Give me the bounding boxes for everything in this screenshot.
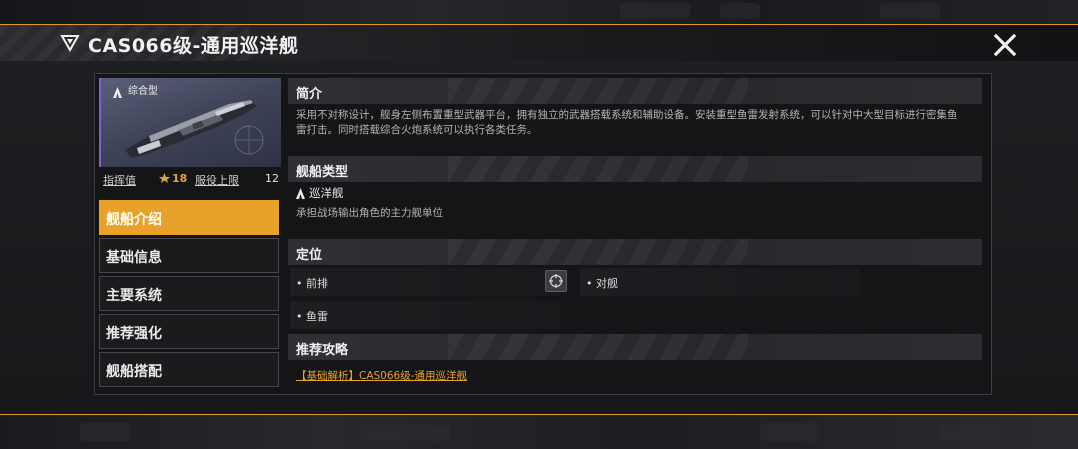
tab-basic-info[interactable]: 基础信息 — [99, 238, 279, 273]
command-value: 18 — [172, 172, 188, 185]
modal-body: 综合型 指挥值 18 服役上限 12 舰船介绍 基础信息 主要系统 推荐强化 舰… — [0, 61, 1078, 414]
tab-recommended-upgrades[interactable]: 推荐强化 — [99, 314, 279, 349]
section-title: 舰船类型 — [296, 165, 349, 180]
background-blur — [760, 423, 820, 441]
background-blur — [720, 3, 760, 19]
section-header-guide: 推荐攻略 — [288, 334, 982, 360]
close-icon[interactable] — [990, 30, 1020, 60]
ship-class: 巡洋舰 — [296, 185, 344, 201]
service-limit-value: 12 — [265, 172, 279, 185]
background-blur — [80, 423, 130, 441]
background-bottom — [0, 413, 1078, 449]
section-title: 推荐攻略 — [296, 343, 349, 358]
service-limit-label[interactable]: 服役上限 — [195, 172, 239, 188]
tab-label: 舰船介绍 — [106, 212, 162, 228]
tab-label: 主要系统 — [106, 288, 162, 304]
background-blur — [360, 425, 450, 441]
tab-label: 基础信息 — [106, 250, 162, 266]
ship-card[interactable]: 综合型 — [99, 78, 281, 167]
command-label[interactable]: 指挥值 — [103, 172, 136, 188]
command-icon — [159, 173, 170, 183]
position-tag: • 鱼雷 — [290, 301, 560, 329]
cruiser-icon — [296, 188, 305, 199]
page-title: CAS066级-通用巡洋舰 — [88, 35, 299, 57]
ship-image — [125, 100, 264, 158]
tab-ship-intro[interactable]: 舰船介绍 — [99, 200, 279, 235]
section-header-intro: 简介 — [288, 78, 982, 104]
guide-link[interactable]: 【基础解析】CAS066级-通用巡洋舰 — [296, 368, 467, 383]
intro-text: 采用不对称设计，舰身左侧布置重型武器平台，拥有独立的武器搭载系统和辅助设备。安装… — [296, 109, 958, 136]
section-title: 定位 — [296, 248, 323, 263]
background-blur — [880, 3, 940, 19]
title-bar: CAS066级-通用巡洋舰 — [0, 25, 1078, 61]
section-title: 简介 — [296, 87, 323, 102]
position-tag: • 前排 — [290, 268, 560, 296]
section-header-positioning: 定位 — [288, 239, 982, 265]
background-blur — [940, 425, 1000, 441]
background-blur — [620, 3, 690, 19]
intro-content: 简介 采用不对称设计，舰身左侧布置重型武器平台，拥有独立的武器搭载系统和辅助设备… — [288, 76, 982, 391]
section-header-ship-type: 舰船类型 — [288, 156, 982, 182]
tab-label: 舰船搭配 — [106, 364, 162, 380]
ship-class-name: 巡洋舰 — [309, 186, 344, 200]
tab-main-systems[interactable]: 主要系统 — [99, 276, 279, 311]
content-frame: 综合型 指挥值 18 服役上限 12 舰船介绍 基础信息 主要系统 推荐强化 舰… — [94, 73, 992, 395]
faction-triangle-icon — [60, 35, 80, 52]
tab-ship-pairing[interactable]: 舰船搭配 — [99, 352, 279, 387]
ship-detail-modal: CAS066级-通用巡洋舰 综合型 指挥值 18 服役上限 12 舰船介绍 基础… — [0, 24, 1078, 415]
tab-label: 推荐强化 — [106, 326, 162, 342]
close-button[interactable] — [990, 30, 1020, 60]
ship-type-description: 承担战场输出角色的主力舰单位 — [296, 207, 443, 219]
ship-stats: 指挥值 18 服役上限 12 — [99, 170, 279, 188]
position-tag: • 对舰 — [580, 268, 860, 296]
anti-ship-icon[interactable] — [545, 270, 567, 292]
